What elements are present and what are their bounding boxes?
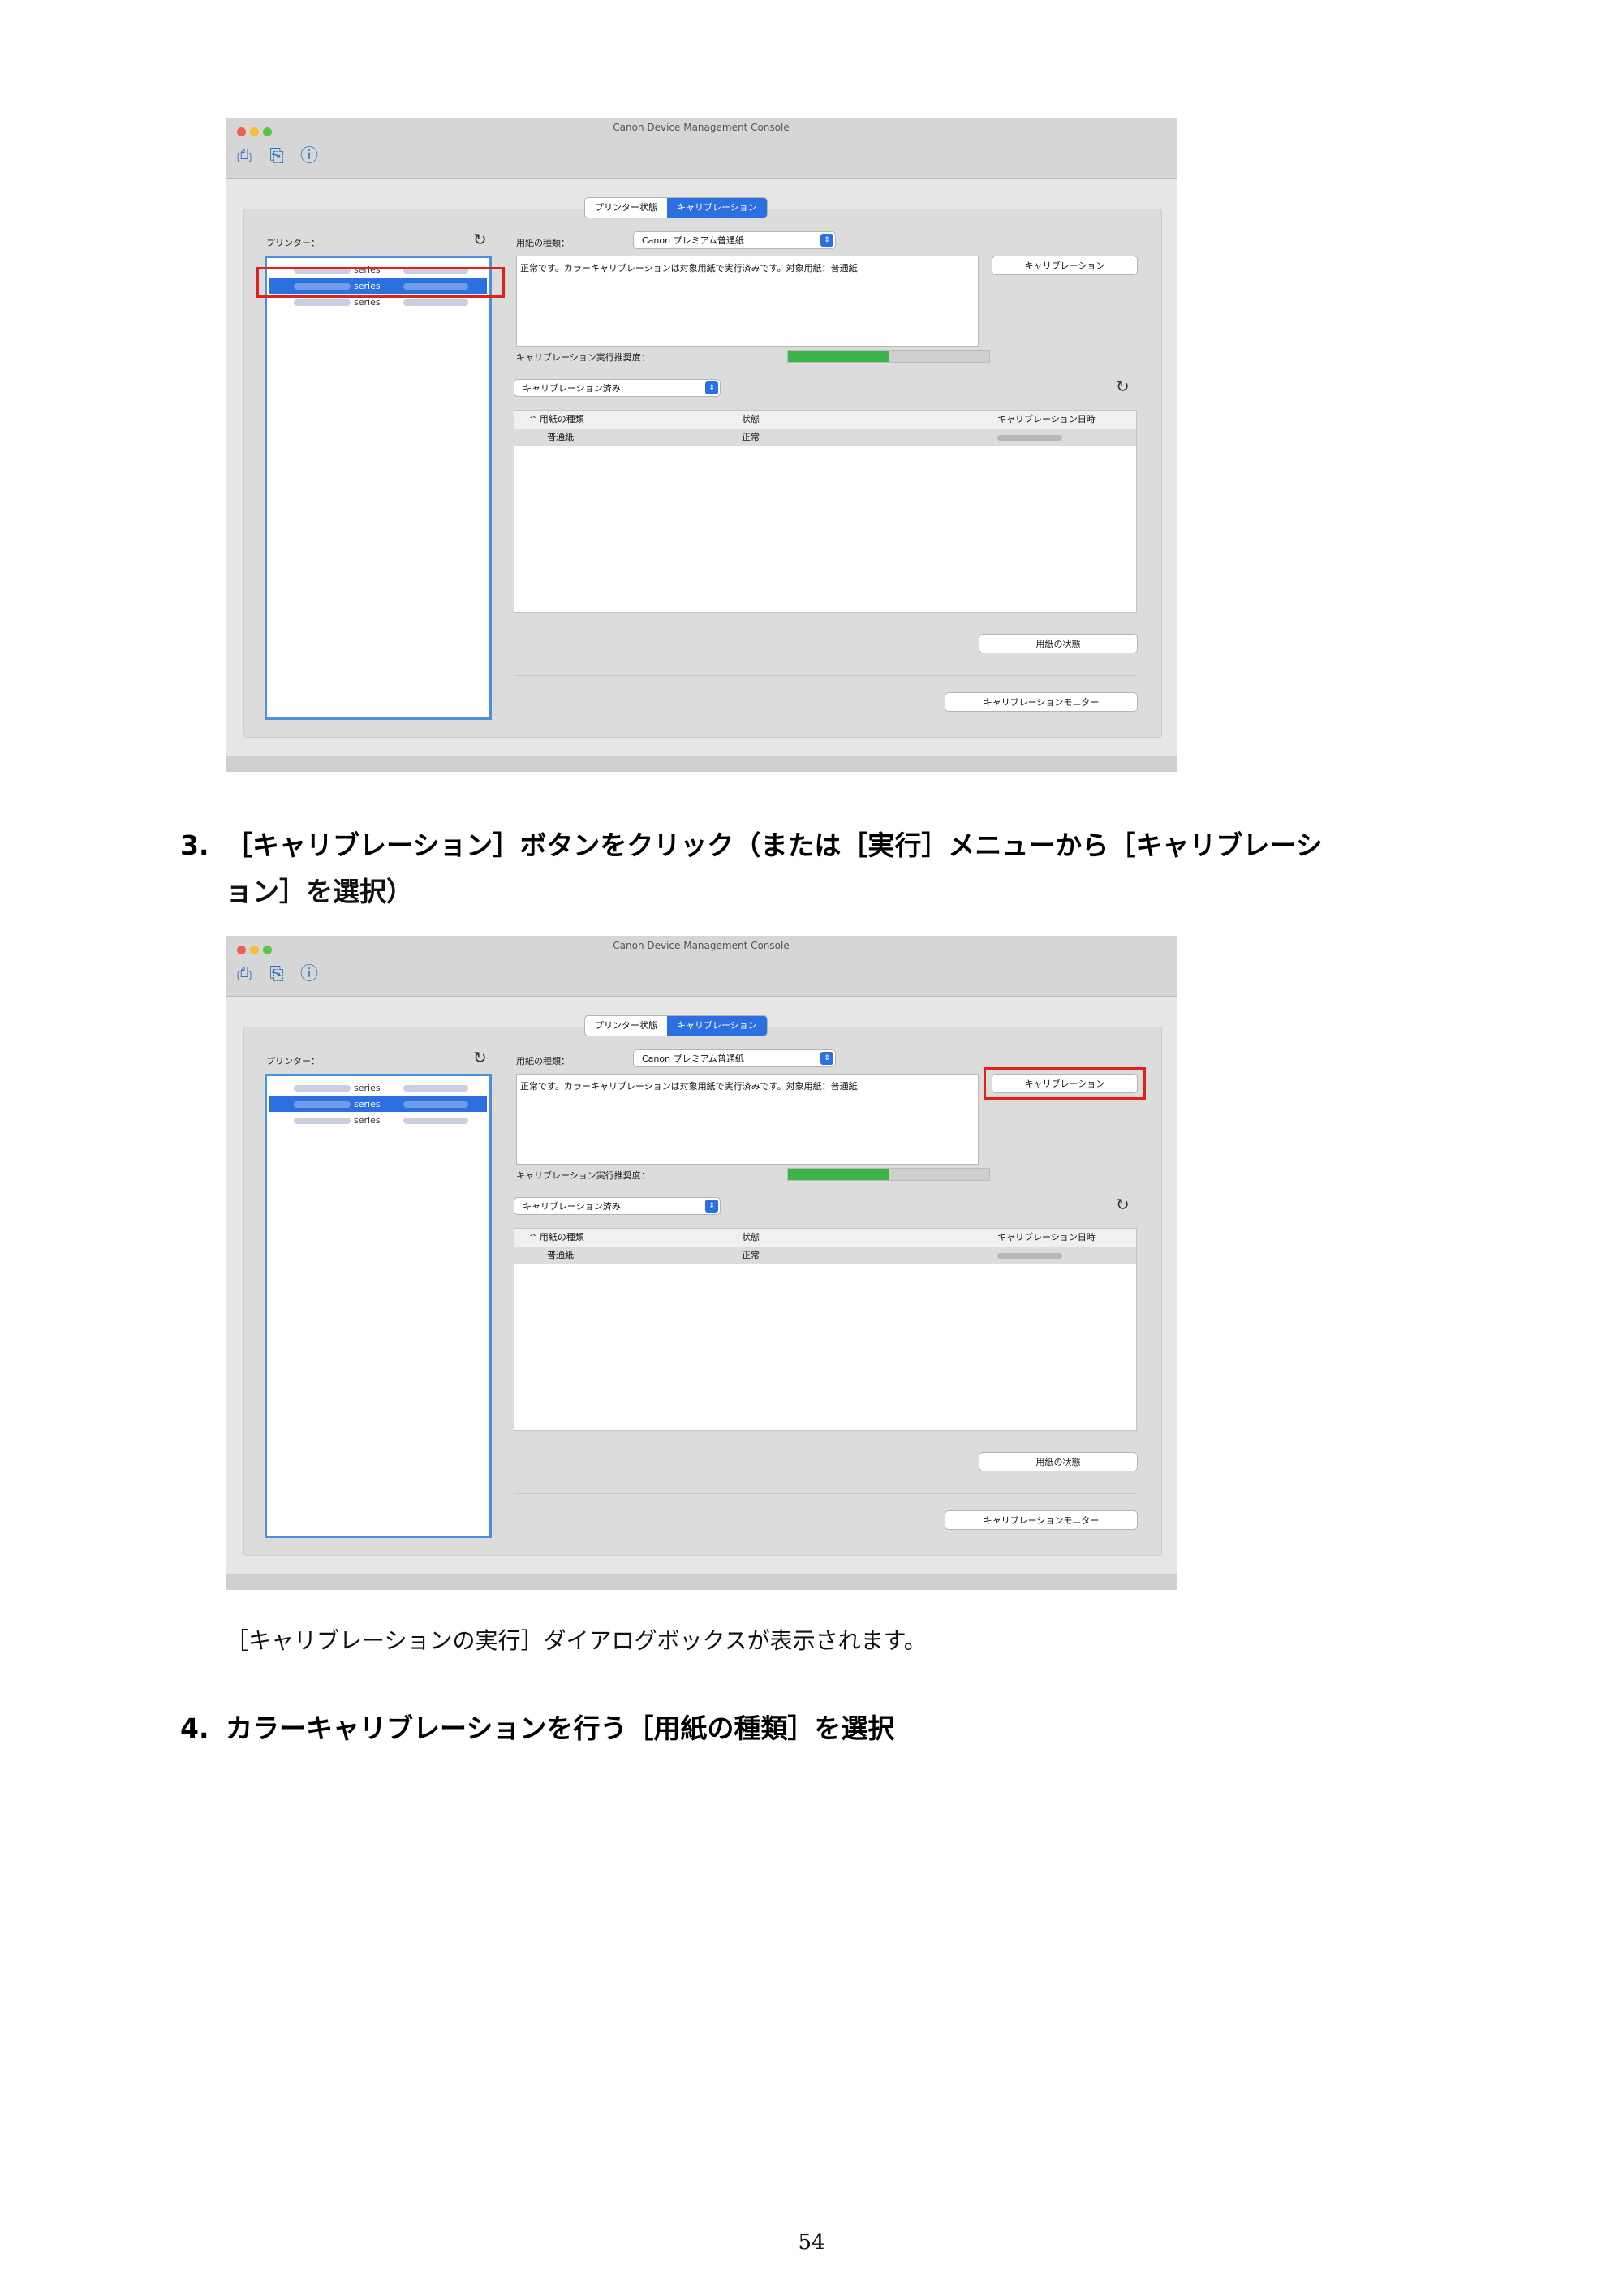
table-row[interactable]: 普通紙 正常	[514, 429, 1136, 446]
paper-type-label: 用紙の種類：	[516, 238, 570, 248]
step-3-heading: 3. ［キャリブレーション］ボタンをクリック（または［実行］メニューから［キャリブ…	[180, 826, 1323, 865]
calibrate-button[interactable]: キャリブレーション	[992, 256, 1138, 275]
printer-connect-icon[interactable]: ⎘	[265, 145, 289, 168]
chevron-updown-icon: ⇕	[705, 381, 718, 394]
refresh-icon[interactable]: ↻	[1116, 377, 1130, 396]
calibration-table: ^ 用紙の種類 状態 キャリブレーション日時 普通紙 正常	[514, 1228, 1137, 1431]
tab-printer-status[interactable]: プリンター状態	[585, 1016, 667, 1036]
step-number: 3.	[180, 829, 209, 861]
progress-label: キャリブレーション実行推奨度：	[516, 352, 650, 363]
recommendation-progress-bar	[787, 350, 990, 363]
step-3-line-2: ョン］を選択）	[226, 876, 413, 907]
divider	[514, 675, 1137, 676]
refresh-icon[interactable]: ↻	[1116, 1195, 1130, 1214]
screenshot-2: Canon Device Management Console ⎙ ⎘ ⓘ プリ…	[226, 936, 1177, 1590]
calibration-monitor-button[interactable]: キャリブレーションモニター	[945, 1510, 1138, 1530]
progress-fill	[788, 351, 889, 362]
printer-add-icon[interactable]: ⎙	[232, 145, 256, 168]
column-header[interactable]: ^ 用紙の種類	[529, 1229, 584, 1247]
window-titlebar: Canon Device Management Console ⎙ ⎘ ⓘ	[226, 118, 1177, 179]
tab-bar: プリンター状態 キャリブレーション	[584, 1015, 768, 1036]
refresh-icon[interactable]: ↻	[473, 230, 487, 249]
step-3-line-1: ［キャリブレーション］ボタンをクリック（または［実行］メニューから［キャリブレー…	[226, 829, 1323, 861]
paper-type-select[interactable]: Canon プレミアム普通紙 ⇕	[633, 231, 836, 249]
table-header: ^ 用紙の種類 状態 キャリブレーション日時	[514, 411, 1136, 429]
filter-select[interactable]: キャリブレーション済み ⇕	[514, 1197, 721, 1215]
window-titlebar: Canon Device Management Console ⎙ ⎘ ⓘ	[226, 936, 1177, 997]
printer-name: series	[354, 1099, 381, 1109]
tab-calibration[interactable]: キャリブレーション	[667, 198, 767, 218]
paper-status-button[interactable]: 用紙の状態	[979, 1452, 1138, 1471]
chevron-updown-icon: ⇕	[820, 1052, 833, 1065]
filter-value: キャリブレーション済み	[523, 383, 621, 394]
step-number: 4.	[180, 1712, 209, 1744]
step-4-heading: 4. カラーキャリブレーションを行う［用紙の種類］を選択	[180, 1709, 894, 1748]
printer-list[interactable]: series series series	[265, 256, 492, 720]
paper-type-select[interactable]: Canon プレミアム普通紙 ⇕	[633, 1049, 836, 1067]
window-title: Canon Device Management Console	[613, 940, 790, 951]
highlight-box	[256, 267, 505, 298]
blurred-date	[997, 435, 1062, 441]
filter-select[interactable]: キャリブレーション済み ⇕	[514, 379, 721, 397]
recommendation-progress-bar	[787, 1168, 990, 1181]
printer-row-selected[interactable]: series	[269, 1096, 487, 1112]
tab-bar: プリンター状態 キャリブレーション	[584, 197, 768, 218]
printer-connect-icon[interactable]: ⎘	[265, 963, 289, 986]
calibration-monitor-button[interactable]: キャリブレーションモニター	[945, 692, 1138, 712]
progress-fill	[788, 1169, 889, 1180]
table-cell: 正常	[742, 1250, 760, 1260]
page-number: 54	[798, 2230, 825, 2255]
column-header[interactable]: キャリブレーション日時	[997, 1229, 1096, 1247]
tab-printer-status[interactable]: プリンター状態	[585, 198, 667, 218]
calibration-table: ^ 用紙の種類 状態 キャリブレーション日時 普通紙 正常	[514, 410, 1137, 613]
printer-info-icon[interactable]: ⓘ	[297, 963, 321, 986]
printer-label: プリンター：	[266, 238, 320, 248]
tab-calibration[interactable]: キャリブレーション	[667, 1016, 767, 1036]
table-cell: 普通紙	[547, 432, 574, 442]
dialog-note: ［キャリブレーションの実行］ダイアログボックスが表示されます。	[226, 1627, 927, 1654]
column-header[interactable]: 状態	[742, 411, 760, 429]
printer-name: series	[354, 1083, 381, 1093]
divider	[514, 1493, 1137, 1494]
refresh-icon[interactable]: ↻	[473, 1048, 487, 1067]
message-text: 正常です。カラーキャリブレーションは対象用紙で実行済みです。対象用紙：普通紙	[520, 1081, 858, 1092]
chevron-updown-icon: ⇕	[705, 1200, 718, 1213]
table-cell: 普通紙	[547, 1250, 574, 1260]
message-box: 正常です。カラーキャリブレーションは対象用紙で実行済みです。対象用紙：普通紙	[516, 256, 979, 347]
step-4-text: カラーキャリブレーションを行う［用紙の種類］を選択	[226, 1712, 895, 1744]
window-bottom-bar	[226, 756, 1177, 772]
paper-type-label: 用紙の種類：	[516, 1056, 570, 1066]
highlight-box	[984, 1067, 1146, 1100]
printer-row[interactable]: series	[269, 1080, 487, 1096]
printer-add-icon[interactable]: ⎙	[232, 963, 256, 986]
paper-status-button[interactable]: 用紙の状態	[979, 634, 1138, 653]
printer-row[interactable]: series	[269, 1113, 487, 1128]
printer-name: series	[354, 1115, 381, 1126]
progress-label: キャリブレーション実行推奨度：	[516, 1170, 650, 1181]
window-bottom-bar	[226, 1574, 1177, 1590]
printer-name: series	[354, 297, 381, 308]
window-title: Canon Device Management Console	[613, 122, 790, 133]
printer-label: プリンター：	[266, 1056, 320, 1066]
paper-type-value: Canon プレミアム普通紙	[642, 235, 744, 246]
chevron-updown-icon: ⇕	[820, 234, 833, 247]
table-row[interactable]: 普通紙 正常	[514, 1247, 1136, 1264]
paper-type-value: Canon プレミアム普通紙	[642, 1053, 744, 1064]
printer-info-icon[interactable]: ⓘ	[297, 145, 321, 168]
column-header[interactable]: ^ 用紙の種類	[529, 411, 584, 429]
message-box: 正常です。カラーキャリブレーションは対象用紙で実行済みです。対象用紙：普通紙	[516, 1074, 979, 1165]
filter-value: キャリブレーション済み	[523, 1201, 621, 1212]
column-header[interactable]: キャリブレーション日時	[997, 411, 1096, 429]
blurred-date	[997, 1253, 1062, 1259]
screenshot-1: Canon Device Management Console ⎙ ⎘ ⓘ プリ…	[226, 118, 1177, 772]
table-cell: 正常	[742, 432, 760, 442]
message-text: 正常です。カラーキャリブレーションは対象用紙で実行済みです。対象用紙：普通紙	[520, 263, 858, 274]
table-header: ^ 用紙の種類 状態 キャリブレーション日時	[514, 1229, 1136, 1247]
printer-list[interactable]: series series series	[265, 1074, 492, 1538]
column-header[interactable]: 状態	[742, 1229, 760, 1247]
